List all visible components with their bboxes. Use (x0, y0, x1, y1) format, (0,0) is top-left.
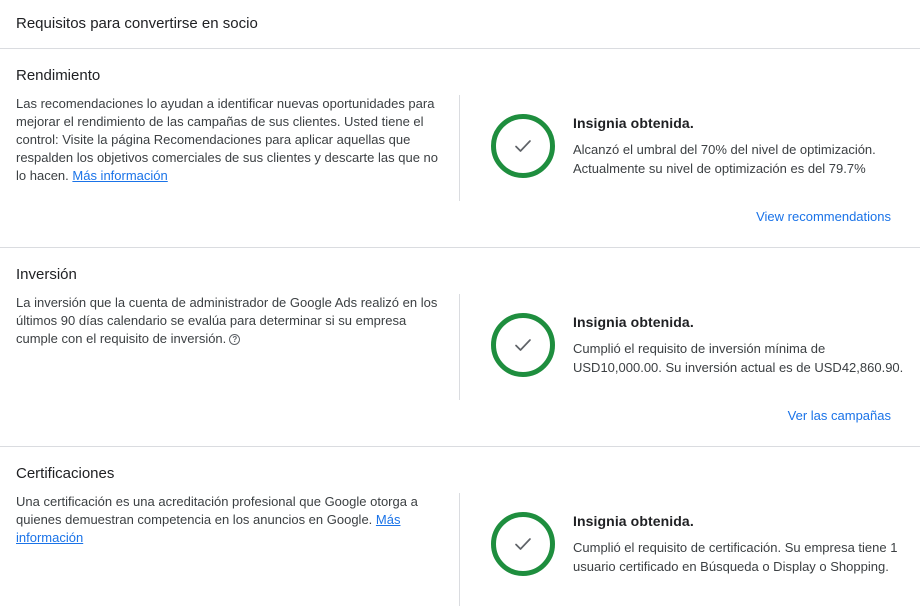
section-title: Rendimiento (16, 67, 101, 84)
badge-title: Insignia obtenida. (573, 115, 694, 131)
badge-earned-circle (491, 313, 555, 377)
section-description: Una certificación es una acreditación pr… (16, 493, 444, 547)
check-icon (515, 538, 531, 550)
badge-title: Insignia obtenida. (573, 314, 694, 330)
section-description: La inversión que la cuenta de administra… (16, 294, 444, 348)
badge-description: Cumplió el requisito de certificación. S… (573, 540, 898, 574)
vertical-divider (459, 95, 460, 201)
section-rendimiento: Rendimiento Las recomendaciones lo ayuda… (0, 50, 920, 248)
section-description: Las recomendaciones lo ayudan a identifi… (16, 95, 444, 185)
badge-description: Alcanzó el umbral del 70% del nivel de o… (573, 142, 876, 176)
check-icon (515, 140, 531, 152)
view-recommendations-link[interactable]: View recommendations (756, 209, 891, 224)
section-title: Inversión (16, 266, 77, 283)
vertical-divider (459, 493, 460, 606)
page-title: Requisitos para convertirse en socio (0, 0, 920, 49)
check-icon (515, 339, 531, 351)
section-inversion: Inversión La inversión que la cuenta de … (0, 249, 920, 447)
badge-title: Insignia obtenida. (573, 513, 694, 529)
badge-description: Cumplió el requisito de inversión mínima… (573, 341, 904, 375)
learn-more-link[interactable]: Más información (72, 168, 167, 183)
vertical-divider (459, 294, 460, 400)
section-certificaciones: Certificaciones Una certificación es una… (0, 448, 920, 606)
badge-earned-circle (491, 114, 555, 178)
description-text: Una certificación es una acreditación pr… (16, 494, 418, 527)
help-icon[interactable]: ? (229, 334, 241, 345)
view-campaigns-link[interactable]: Ver las campañas (788, 408, 891, 423)
badge-earned-circle (491, 512, 555, 576)
section-title: Certificaciones (16, 465, 115, 482)
description-text: La inversión que la cuenta de administra… (16, 295, 438, 346)
